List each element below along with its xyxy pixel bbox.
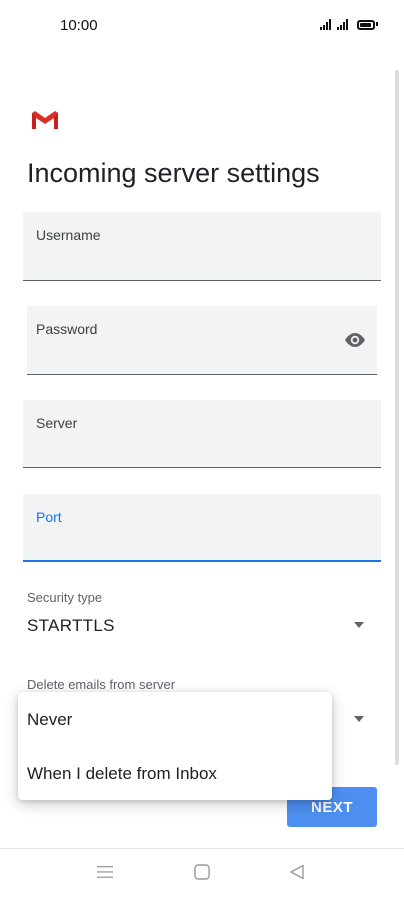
server-field[interactable]: Server xyxy=(23,400,381,468)
status-time: 10:00 xyxy=(60,17,98,34)
menu-icon[interactable] xyxy=(97,865,113,879)
page-title: Incoming server settings xyxy=(27,158,320,188)
port-label: Port xyxy=(36,509,62,525)
gmail-logo xyxy=(32,111,58,129)
menu-item-never[interactable]: Never xyxy=(18,693,332,747)
battery-icon xyxy=(357,20,375,30)
port-field[interactable]: Port xyxy=(23,494,381,562)
delete-emails-label: Delete emails from server xyxy=(27,677,176,692)
username-field[interactable]: Username xyxy=(23,212,381,281)
signal-icon xyxy=(320,18,331,30)
password-label: Password xyxy=(36,321,98,337)
status-icons xyxy=(320,18,378,30)
back-icon[interactable] xyxy=(289,864,305,880)
home-icon[interactable] xyxy=(194,864,210,880)
security-type-label: Security type xyxy=(27,590,103,605)
show-password-eye-icon[interactable] xyxy=(343,331,367,349)
signal-icon xyxy=(337,18,348,30)
dropdown-caret-icon xyxy=(354,716,364,722)
password-field[interactable]: Password xyxy=(27,306,377,375)
server-label: Server xyxy=(36,415,78,431)
status-bar: 10:00 xyxy=(0,0,404,50)
delete-emails-dropdown-menu: Never When I delete from Inbox xyxy=(18,692,332,800)
username-label: Username xyxy=(36,227,101,243)
scrollbar[interactable] xyxy=(395,70,399,765)
navigation-bar xyxy=(0,849,404,897)
dropdown-caret-icon xyxy=(354,622,364,628)
security-type-value: STARTTLS xyxy=(27,616,115,635)
menu-item-when-i-delete-from-inbox[interactable]: When I delete from Inbox xyxy=(18,747,332,801)
security-type-select[interactable]: Security type STARTTLS xyxy=(27,590,377,650)
